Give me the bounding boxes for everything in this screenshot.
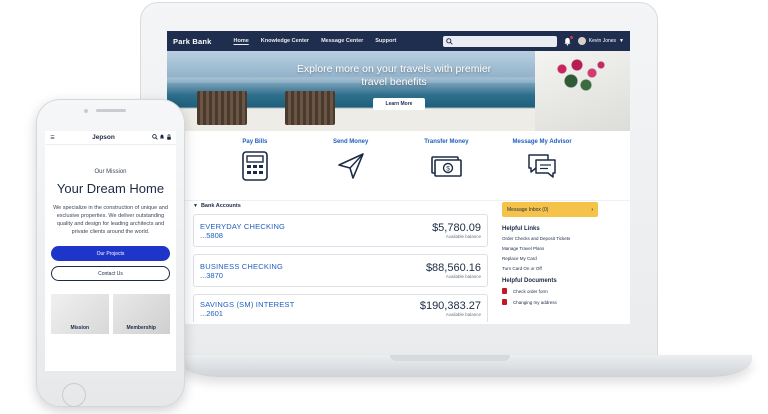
nav-home[interactable]: Home <box>234 38 249 44</box>
account-balance: $190,383.27 <box>419 300 481 312</box>
helpful-documents-heading: Helpful Documents <box>502 278 557 284</box>
helpful-link[interactable]: Manage Travel Plans <box>502 246 598 251</box>
phone-camera <box>84 109 88 113</box>
our-projects-button[interactable]: Our Projects <box>51 246 170 261</box>
user-name[interactable]: Kevin Jones <box>589 38 616 44</box>
brand-logo[interactable]: Park Bank <box>173 37 212 46</box>
menu-icon[interactable]: ☰ <box>49 135 56 141</box>
helpful-link[interactable]: Order Checks and Deposit Tickets <box>502 236 598 241</box>
search-icon[interactable] <box>151 133 158 142</box>
contact-us-button[interactable]: Contact Us <box>51 266 170 281</box>
hero-banner: Explore more on your travels with premie… <box>167 51 630 131</box>
account-card[interactable]: SAVINGS (SM) INTEREST ...2601 $190,383.2… <box>193 294 488 322</box>
bell-icon[interactable] <box>158 134 165 142</box>
tile-row: Mission Membership <box>51 294 170 334</box>
bank-accounts-section: ▼ Bank Accounts EVERYDAY CHECKING ...580… <box>193 203 488 329</box>
document-label: Check order form <box>513 288 548 294</box>
phone-home-button[interactable] <box>62 383 86 407</box>
svg-text:$: $ <box>447 166 451 173</box>
hero-chair-left <box>197 91 247 125</box>
balance-label: Available balance <box>445 312 481 317</box>
inbox-label: Message Inbox (0) <box>507 206 549 213</box>
account-balance: $5,780.09 <box>432 222 481 234</box>
send-money-action[interactable]: Send Money <box>311 139 391 200</box>
nav-message-center[interactable]: Message Center <box>321 38 363 44</box>
account-number: ...3870 <box>200 270 223 280</box>
chevron-down-icon[interactable]: ▼ <box>619 38 624 44</box>
laptop-notch <box>390 355 510 361</box>
account-name: EVERYDAY CHECKING <box>200 221 286 231</box>
top-nav: Park Bank Home Knowledge Center Message … <box>167 31 630 51</box>
phone-screen: ☰ Jepson Our Mission Your Dream Home We … <box>45 131 176 371</box>
balance-label: Available balance <box>445 234 481 239</box>
section-title: Bank Accounts <box>200 203 241 209</box>
membership-tile[interactable]: Membership <box>112 294 170 334</box>
transfer-money-action[interactable]: Transfer Money $ <box>406 139 486 200</box>
account-name: SAVINGS (SM) INTEREST <box>200 299 295 309</box>
lock-icon[interactable] <box>165 133 172 142</box>
page-title: Your Dream Home <box>56 181 165 196</box>
action-label: Transfer Money <box>424 139 469 145</box>
account-card[interactable]: BUSINESS CHECKING ...3870 $88,560.16 Ava… <box>193 254 488 287</box>
account-name: BUSINESS CHECKING <box>200 261 283 271</box>
search-input[interactable] <box>442 35 557 47</box>
pay-bills-action[interactable]: Pay Bills <box>215 139 295 200</box>
search-icon <box>446 37 453 45</box>
phone-brand[interactable]: Jepson <box>56 134 151 141</box>
chat-icon <box>528 154 556 178</box>
document-link[interactable]: Changing my address <box>502 299 598 305</box>
pdf-icon <box>502 288 507 294</box>
account-balance: $88,560.16 <box>425 262 481 274</box>
nav-support[interactable]: Support <box>375 38 396 44</box>
tile-label: Membership <box>126 325 156 331</box>
bank-accounts-heading[interactable]: ▼ Bank Accounts <box>193 203 488 209</box>
mission-text: We specialize in the construction of uni… <box>53 205 168 235</box>
document-label: Changing my address <box>513 299 557 305</box>
action-label: Pay Bills <box>242 139 268 145</box>
chevron-right-icon: › <box>591 206 593 213</box>
message-inbox-button[interactable]: Message Inbox (0) › <box>502 202 598 217</box>
account-number: ...5808 <box>200 230 223 240</box>
mission-tile[interactable]: Mission <box>51 294 109 334</box>
sidebar: Message Inbox (0) › Helpful Links Order … <box>502 202 598 310</box>
avatar[interactable] <box>577 37 586 45</box>
notification-dot <box>569 35 573 39</box>
chevron-down-icon: ▼ <box>193 203 198 209</box>
account-number: ...2601 <box>200 308 223 318</box>
bell-icon[interactable] <box>563 35 573 46</box>
cash-icon: $ <box>431 156 463 177</box>
account-card[interactable]: EVERYDAY CHECKING ...5808 $5,780.09 Avai… <box>193 214 488 247</box>
document-link[interactable]: Check order form <box>502 288 598 294</box>
action-label: Message My Advisor <box>512 139 572 145</box>
nav-knowledge-center[interactable]: Knowledge Center <box>261 38 309 44</box>
tile-label: Mission <box>70 325 90 331</box>
phone-header: ☰ Jepson <box>45 131 176 145</box>
helpful-link[interactable]: Turn Card On or Off <box>502 266 598 271</box>
message-advisor-action[interactable]: Message My Advisor <box>502 139 582 200</box>
learn-more-button[interactable]: Learn More <box>373 98 425 110</box>
phone-speaker <box>96 109 126 112</box>
hero-headline: Explore more on your travels with premie… <box>296 63 492 88</box>
pdf-icon <box>502 299 507 305</box>
balance-label: Available balance <box>445 274 481 279</box>
hero-flowers <box>550 57 610 97</box>
mission-subtitle: Our Mission <box>94 169 127 175</box>
calculator-icon <box>242 151 268 181</box>
quick-actions: Pay Bills Send Money Transfer Money $ Me… <box>167 131 630 201</box>
paper-plane-icon <box>337 153 364 179</box>
action-label: Send Money <box>332 139 369 145</box>
hero-chair-right <box>285 91 335 125</box>
helpful-link[interactable]: Replace My Card <box>502 256 598 261</box>
helpful-links-heading: Helpful Links <box>502 226 540 232</box>
